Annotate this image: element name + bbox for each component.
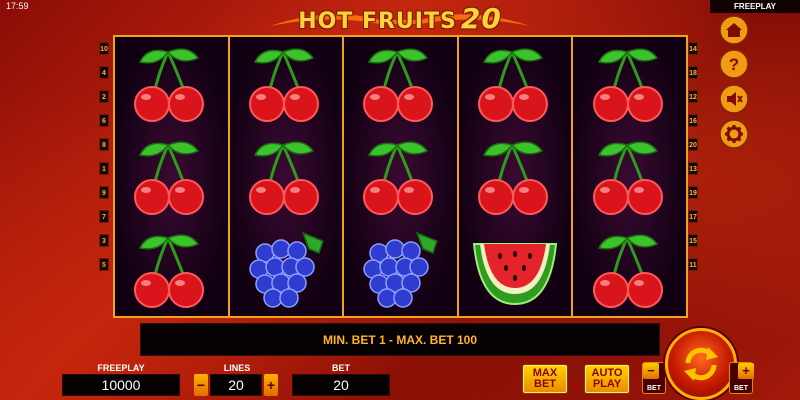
paylines-right: 14 18 12 16 20 13 19 17 15 11: [688, 42, 702, 271]
mode-badge: FREEPLAY: [710, 0, 800, 13]
bet-decrease-button[interactable]: − BET: [642, 362, 666, 394]
payline-marker: 15: [688, 234, 698, 247]
grapes-icon: [355, 225, 445, 315]
bet-label: BET: [332, 363, 350, 373]
lines-decrease-button[interactable]: −: [194, 374, 208, 396]
bet-value: 20: [292, 374, 390, 396]
payline-marker: 4: [99, 66, 109, 79]
bet-info-message: MIN. BET 1 - MAX. BET 100: [140, 323, 660, 356]
spin-arrows-icon: [684, 347, 718, 381]
cherry-icon: [585, 132, 675, 222]
payline-marker: 17: [688, 210, 698, 223]
logo-title: HOT FRUITS 20: [298, 1, 502, 35]
settings-button[interactable]: [718, 118, 750, 150]
spin-button[interactable]: [665, 328, 737, 400]
payline-marker: 16: [688, 114, 698, 127]
lines-value: 20: [210, 374, 262, 396]
cherry-icon: [585, 225, 675, 315]
sound-muted-icon: [719, 84, 749, 114]
bet-increase-caption: BET: [734, 385, 748, 392]
autoplay-button[interactable]: AUTO PLAY: [584, 364, 630, 394]
bet-decrease-caption: BET: [647, 385, 661, 392]
help-button[interactable]: ?: [718, 48, 750, 80]
payline-marker: 8: [99, 138, 109, 151]
plus-icon: +: [738, 363, 754, 379]
paylines-left: 10 4 2 6 8 1 9 7 3 5: [99, 42, 113, 271]
cherry-icon: [126, 132, 216, 222]
payline-marker: 3: [99, 234, 109, 247]
payline-marker: 7: [99, 210, 109, 223]
cherry-icon: [241, 132, 331, 222]
balance-label: FREEPLAY: [97, 363, 145, 373]
home-icon: [719, 15, 749, 45]
reel-3: [344, 37, 459, 316]
reel-4: [458, 37, 574, 316]
payline-marker: 13: [688, 162, 698, 175]
help-icon: ?: [719, 49, 749, 79]
cherry-icon: [241, 39, 331, 129]
lines-increase-button[interactable]: +: [264, 374, 278, 396]
payline-marker: 9: [99, 186, 109, 199]
payline-marker: 14: [688, 42, 698, 55]
max-bet-button[interactable]: MAX BET: [522, 364, 568, 394]
payline-marker: 20: [688, 138, 698, 151]
max-bet-label-2: BET: [534, 378, 556, 390]
payline-marker: 11: [688, 258, 698, 271]
payline-marker: 12: [688, 90, 698, 103]
watermelon-icon: [470, 225, 560, 315]
payline-marker: 18: [688, 66, 698, 79]
cherry-icon: [126, 39, 216, 129]
cherry-icon: [355, 39, 445, 129]
payline-marker: 5: [99, 258, 109, 271]
minus-icon: −: [643, 363, 659, 379]
cherry-icon: [355, 132, 445, 222]
sound-toggle-button[interactable]: [718, 83, 750, 115]
game-logo: HOT FRUITS 20: [260, 0, 540, 36]
settings-icon: [719, 119, 749, 149]
reels-area: [113, 35, 688, 318]
balance-value: 10000: [62, 374, 180, 396]
svg-text:?: ?: [729, 55, 739, 74]
cherry-icon: [470, 39, 560, 129]
bet-increase-button[interactable]: + BET: [729, 362, 754, 394]
reel-5: [573, 37, 686, 316]
home-button[interactable]: [718, 14, 750, 46]
lines-label: LINES: [223, 363, 251, 373]
payline-marker: 10: [99, 42, 109, 55]
payline-marker: 2: [99, 90, 109, 103]
cherry-icon: [126, 225, 216, 315]
payline-marker: 1: [99, 162, 109, 175]
cherry-icon: [470, 132, 560, 222]
clock: 17:59: [6, 1, 29, 11]
reel-1: [115, 37, 230, 316]
grapes-icon: [241, 225, 331, 315]
payline-marker: 19: [688, 186, 698, 199]
cherry-icon: [585, 39, 675, 129]
payline-marker: 6: [99, 114, 109, 127]
reel-2: [229, 37, 345, 316]
autoplay-label-2: PLAY: [592, 378, 622, 390]
